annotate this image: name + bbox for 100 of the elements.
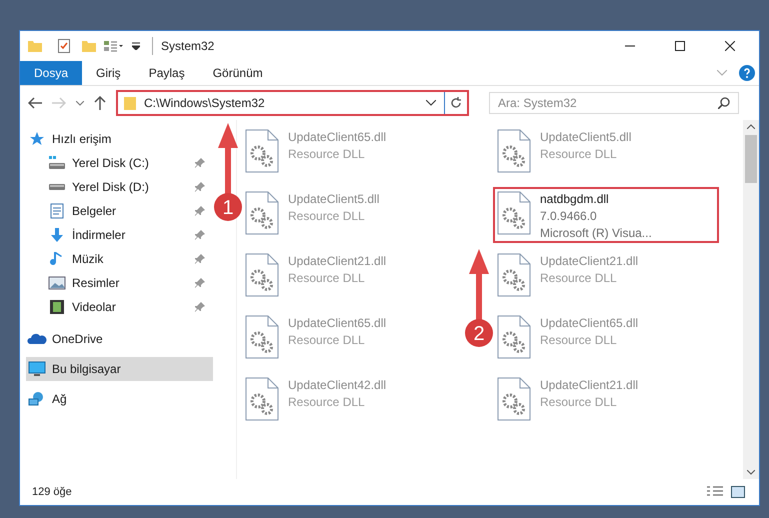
drive-icon (48, 156, 66, 170)
sidebar-label: Yerel Disk (C:) (72, 155, 150, 172)
document-icon (50, 203, 64, 219)
search-input[interactable]: Ara: System32 (490, 94, 718, 112)
pin-icon[interactable] (195, 230, 205, 240)
pin-icon[interactable] (195, 278, 205, 288)
scroll-up-icon[interactable] (747, 124, 755, 129)
ribbon-tab[interactable]: Dosya (20, 61, 82, 85)
film-icon (49, 299, 65, 315)
scroll-thumb[interactable] (745, 135, 757, 183)
customize-caret-icon[interactable] (132, 42, 140, 50)
gear-file-icon (497, 129, 531, 173)
maximize-icon[interactable] (675, 41, 685, 51)
file-name: UpdateClient65.dll (288, 129, 386, 146)
sidebar-label: Resimler (72, 275, 120, 292)
file-name: UpdateClient21.dll (540, 377, 638, 394)
sidebar-item[interactable]: Resimler (46, 271, 213, 295)
search-icon[interactable] (718, 97, 730, 109)
sidebar-item[interactable]: Ağ (26, 387, 213, 411)
drive-icon (48, 183, 66, 191)
picture-icon (48, 276, 66, 290)
properties-icon[interactable] (58, 39, 70, 53)
file-item[interactable]: natdbgdm.dll 7.0.9466.0 Microsoft (R) Visua... (493, 187, 719, 243)
music-note-icon (50, 251, 64, 267)
sidebar-label: İndirmeler (72, 227, 126, 244)
view-options-icon[interactable] (104, 40, 124, 52)
ribbon-tab[interactable]: Giriş (82, 61, 135, 85)
sidebar-label: Yerel Disk (D:) (72, 179, 150, 196)
sidebar-label: Belgeler (72, 203, 118, 220)
ribbon-tab[interactable]: Paylaş (134, 61, 199, 85)
gear-file-icon (245, 191, 279, 235)
file-name: UpdateClient5.dll (288, 191, 380, 208)
callout-number: 2 (473, 323, 485, 345)
file-name: UpdateClient21.dll (288, 253, 386, 270)
scrollbar[interactable] (743, 120, 759, 479)
callout-number: 1 (222, 197, 234, 219)
sidebar-label: Ağ (52, 391, 68, 408)
sidebar-label: Hızlı erişim (52, 131, 112, 148)
star-icon (29, 131, 45, 147)
sidebar-item[interactable]: Hızlı erişim (26, 127, 213, 151)
pin-icon[interactable] (195, 206, 205, 216)
details-view-icon[interactable] (707, 486, 723, 498)
sidebar-label: OneDrive (52, 331, 104, 348)
refresh-icon[interactable] (450, 97, 462, 109)
large-icons-view-icon[interactable] (731, 486, 745, 498)
gear-file-icon (245, 253, 279, 297)
cloud-icon (27, 333, 47, 345)
sidebar-item[interactable]: Belgeler (46, 199, 213, 223)
file-detail: Resource DLL (288, 332, 366, 349)
pin-icon[interactable] (195, 182, 205, 192)
gear-file-icon (497, 191, 531, 235)
address-text: C:\Windows\System32 (144, 95, 266, 112)
item-count: 129 öğe (32, 484, 72, 500)
up-arrow-icon[interactable] (94, 96, 106, 110)
file-name: UpdateClient42.dll (288, 377, 386, 394)
help-icon[interactable] (739, 65, 755, 81)
close-icon[interactable] (725, 41, 735, 51)
file-name: natdbgdm.dll (540, 191, 610, 208)
file-name: UpdateClient65.dll (288, 315, 386, 332)
gear-file-icon (497, 377, 531, 421)
gear-file-icon (245, 315, 279, 359)
sidebar-item[interactable]: Müzik (46, 247, 213, 271)
file-detail: Resource DLL (540, 270, 618, 287)
chevron-down-icon[interactable] (426, 100, 436, 106)
sidebar-item[interactable]: Yerel Disk (C:) (46, 151, 213, 175)
scroll-down-icon[interactable] (747, 470, 755, 475)
window-title: System32 (152, 37, 214, 55)
sidebar-label: Müzik (72, 251, 104, 268)
folder-icon (124, 96, 136, 110)
file-detail: Resource DLL (288, 208, 366, 225)
file-detail: Resource DLL (288, 146, 366, 163)
file-name: UpdateClient21.dll (540, 253, 638, 270)
gear-file-icon (245, 129, 279, 173)
file-detail: 7.0.9466.0 (540, 208, 598, 225)
sidebar-label: Bu bilgisayar (52, 361, 122, 378)
back-arrow-icon[interactable] (28, 97, 42, 109)
file-name: UpdateClient5.dll (540, 129, 632, 146)
gear-file-icon (497, 315, 531, 359)
search-field[interactable]: Ara: System32 (489, 92, 739, 114)
sidebar-item[interactable]: OneDrive (26, 327, 213, 351)
monitor-icon (28, 361, 46, 377)
gear-file-icon (497, 253, 531, 297)
pin-icon[interactable] (195, 302, 205, 312)
sidebar-item[interactable]: Videolar (46, 295, 213, 319)
sidebar-item[interactable]: İndirmeler (46, 223, 213, 247)
file-detail: Resource DLL (288, 270, 366, 287)
file-detail: Resource DLL (540, 332, 618, 349)
sidebar-item[interactable]: Bu bilgisayar (26, 357, 213, 381)
pin-icon[interactable] (195, 158, 205, 168)
file-detail: Microsoft (R) Visua... (540, 225, 652, 242)
file-name: UpdateClient65.dll (540, 315, 638, 332)
file-detail: Resource DLL (288, 394, 366, 411)
gear-file-icon (245, 377, 279, 421)
pin-icon[interactable] (195, 254, 205, 264)
ribbon-tab[interactable]: Görünüm (198, 61, 277, 85)
file-detail: Resource DLL (540, 394, 618, 411)
sidebar-label: Videolar (72, 299, 117, 316)
address-field[interactable]: C:\Windows\System32 (116, 90, 469, 116)
sidebar-item[interactable]: Yerel Disk (D:) (46, 175, 213, 199)
network-icon (28, 391, 46, 407)
